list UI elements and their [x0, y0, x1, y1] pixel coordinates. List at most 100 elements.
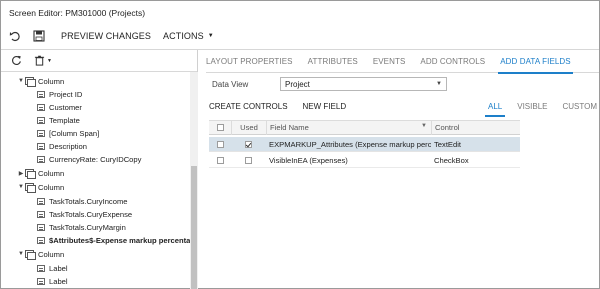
undo-icon[interactable] — [5, 26, 25, 46]
tree-node-label: TaskTotals.CuryMargin — [49, 222, 126, 232]
data-view-select[interactable]: Project ▼ — [280, 77, 447, 91]
actions-menu-button[interactable]: ACTIONS ▼ — [163, 31, 214, 41]
refresh-icon[interactable] — [7, 52, 25, 70]
tab-add-controls[interactable]: ADD CONTROLS — [420, 50, 485, 73]
tree-node[interactable]: TaskTotals.CuryExpense — [37, 208, 132, 220]
tree-node[interactable]: Template — [37, 114, 80, 126]
trash-icon[interactable]: ▼ — [31, 52, 55, 70]
tree-node-label: Customer — [49, 102, 82, 112]
row-checkbox[interactable] — [216, 140, 224, 148]
field-icon — [37, 90, 45, 98]
field-name-cell: VisibleInEA (Expenses) — [269, 155, 348, 165]
field-icon — [37, 155, 45, 163]
tree-node-label: Column — [38, 249, 65, 259]
field-icon — [37, 223, 45, 231]
row-select-cell — [209, 140, 231, 148]
tree-node[interactable]: ▼ Column — [17, 75, 64, 87]
tree-node-label: Template — [49, 115, 80, 125]
expand-arrow-icon[interactable]: ▼ — [17, 184, 25, 190]
tab-layout-properties[interactable]: LAYOUT PROPERTIES — [206, 50, 293, 73]
tab-events[interactable]: EVENTS — [373, 50, 406, 73]
new-field-button[interactable]: NEW FIELD — [303, 102, 347, 111]
tree-node-label: [Column Span] — [49, 128, 100, 138]
filter-visible[interactable]: VISIBLE — [517, 95, 547, 117]
data-view-value: Project — [285, 79, 310, 89]
field-icon — [37, 236, 45, 244]
tree-node[interactable]: Project ID — [37, 88, 82, 100]
actions-label: ACTIONS — [163, 31, 204, 41]
used-cell — [231, 140, 266, 148]
field-icon — [37, 264, 45, 272]
tree-node-label: TaskTotals.CuryIncome — [49, 196, 128, 206]
tree-node[interactable]: Customer — [37, 101, 82, 113]
select-all-cell — [209, 124, 231, 131]
tree-node-label: $Attributes$-Expense markup percentag — [49, 235, 196, 245]
tree-node[interactable]: ▼ Column — [17, 181, 64, 193]
tree-node[interactable]: Label — [37, 262, 68, 274]
chevron-down-icon: ▼ — [436, 81, 442, 87]
tree-node-label: CurrencyRate: CuryIDCopy — [49, 154, 142, 164]
property-tabs: LAYOUT PROPERTIES ATTRIBUTES EVENTS ADD … — [206, 50, 599, 74]
header-field-name-label: Field Name — [270, 123, 309, 132]
field-icon — [37, 210, 45, 218]
screen-editor-window: Screen Editor: PM301000 (Projects) PREVI… — [0, 0, 600, 289]
table-row[interactable]: VisibleInEA (Expenses) CheckBox — [209, 153, 520, 168]
tree-node[interactable]: Label — [37, 275, 68, 287]
tree-node-label: Description — [49, 141, 87, 151]
tree-node-selected[interactable]: $Attributes$-Expense markup percentag — [37, 234, 195, 246]
field-icon — [37, 277, 45, 285]
window-title: Screen Editor: PM301000 (Projects) — [9, 8, 146, 18]
control-cell: CheckBox — [434, 155, 469, 165]
header-control[interactable]: Control — [431, 120, 520, 135]
tree-node[interactable]: Description — [37, 140, 87, 152]
field-icon — [37, 103, 45, 111]
select-all-checkbox[interactable] — [216, 124, 224, 131]
filter-all[interactable]: ALL — [484, 95, 506, 117]
control-cell: TextEdit — [434, 139, 462, 149]
expand-arrow-icon[interactable]: ▼ — [17, 78, 25, 84]
header-used[interactable]: Used — [231, 120, 266, 135]
column-icon — [25, 77, 36, 87]
tab-attributes[interactable]: ATTRIBUTES — [308, 50, 358, 73]
row-checkbox[interactable] — [216, 156, 224, 164]
column-icon — [25, 250, 36, 260]
tree-node-label: Label — [49, 263, 68, 273]
filter-icon[interactable]: ▼ — [421, 123, 427, 129]
used-checkbox[interactable] — [245, 156, 252, 164]
tab-add-data-fields[interactable]: ADD DATA FIELDS — [498, 50, 573, 74]
grid-header-row: Used Field Name ▼ Control — [209, 120, 520, 135]
field-icon — [37, 129, 45, 137]
table-row[interactable]: EXPMARKUP_Attributes (Expense markup per… — [209, 137, 520, 152]
filter-custom[interactable]: CUSTOM — [562, 95, 597, 117]
row-select-cell — [209, 156, 231, 164]
tree-node-label: Column — [38, 76, 65, 86]
tree-node-label: Column — [38, 168, 65, 178]
control-tree-panel: ▼ ▼ Column Project ID Customer Template — [1, 50, 198, 289]
tree-node-label: Label — [49, 276, 68, 286]
tree-node[interactable]: CurrencyRate: CuryIDCopy — [37, 153, 141, 165]
create-controls-button[interactable]: CREATE CONTROLS — [209, 102, 288, 111]
chevron-down-icon: ▼ — [207, 33, 214, 39]
tree-node-label: Column — [38, 182, 65, 192]
used-checkbox[interactable] — [245, 140, 252, 148]
tree-node-label: TaskTotals.CuryExpense — [49, 209, 133, 219]
field-icon — [37, 116, 45, 124]
save-icon[interactable] — [29, 26, 49, 46]
preview-changes-button[interactable]: PREVIEW CHANGES — [61, 31, 151, 41]
field-icon — [37, 197, 45, 205]
collapse-arrow-icon[interactable]: ▶ — [17, 170, 25, 177]
tree-node[interactable]: ▼ Column — [17, 248, 64, 260]
column-icon — [25, 169, 36, 179]
field-icon — [37, 142, 45, 150]
used-cell — [231, 156, 266, 164]
column-icon — [25, 183, 36, 193]
expand-arrow-icon[interactable]: ▼ — [17, 251, 25, 257]
tree-node[interactable]: [Column Span] — [37, 127, 99, 139]
tree-node[interactable]: TaskTotals.CuryMargin — [37, 221, 126, 233]
tree-node[interactable]: TaskTotals.CuryIncome — [37, 195, 128, 207]
data-view-label: Data View — [212, 80, 249, 89]
tree-node[interactable]: ▶ Column — [17, 167, 64, 179]
header-field-name[interactable]: Field Name ▼ — [266, 120, 431, 135]
tree-scrollbar-thumb[interactable] — [191, 166, 197, 289]
main-toolbar: PREVIEW CHANGES ACTIONS ▼ — [1, 23, 599, 49]
